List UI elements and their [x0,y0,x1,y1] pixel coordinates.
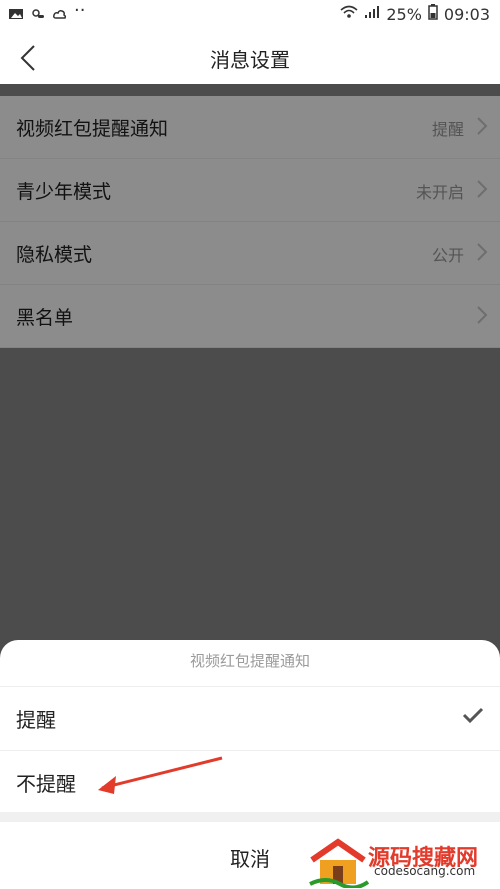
image-icon [8,6,24,22]
page-title: 消息设置 [210,48,290,72]
option-label: 提醒 [16,708,56,732]
header: 消息设置 [0,32,500,84]
watermark: 源码搜藏网 codesocang.com [300,832,500,889]
house-logo-icon [309,838,370,888]
action-sheet-title: 视频红包提醒通知 [189,652,310,670]
status-time: 09:03 [443,4,490,24]
more-notifications-icon: ·· [74,0,86,21]
watermark-url: codesocang.com [374,864,476,878]
weather-icon [30,6,46,22]
wifi-icon [340,4,358,24]
battery-icon [428,4,438,24]
cloud-icon [52,6,68,22]
status-bar: ·· 25% 09:03 [0,0,500,32]
checkmark-icon [462,707,484,724]
option-remind[interactable]: 提醒 [0,686,500,749]
status-left-icons: ·· [8,0,90,22]
option-label: 不提醒 [16,772,76,796]
annotation-arrow-icon [98,756,223,794]
sheet-gap [0,812,500,822]
status-right: 25% 09:03 [340,4,490,24]
option-no-remind[interactable]: 不提醒 [0,750,500,813]
signal-icon [364,4,380,24]
battery-percent: 25% [386,4,422,24]
